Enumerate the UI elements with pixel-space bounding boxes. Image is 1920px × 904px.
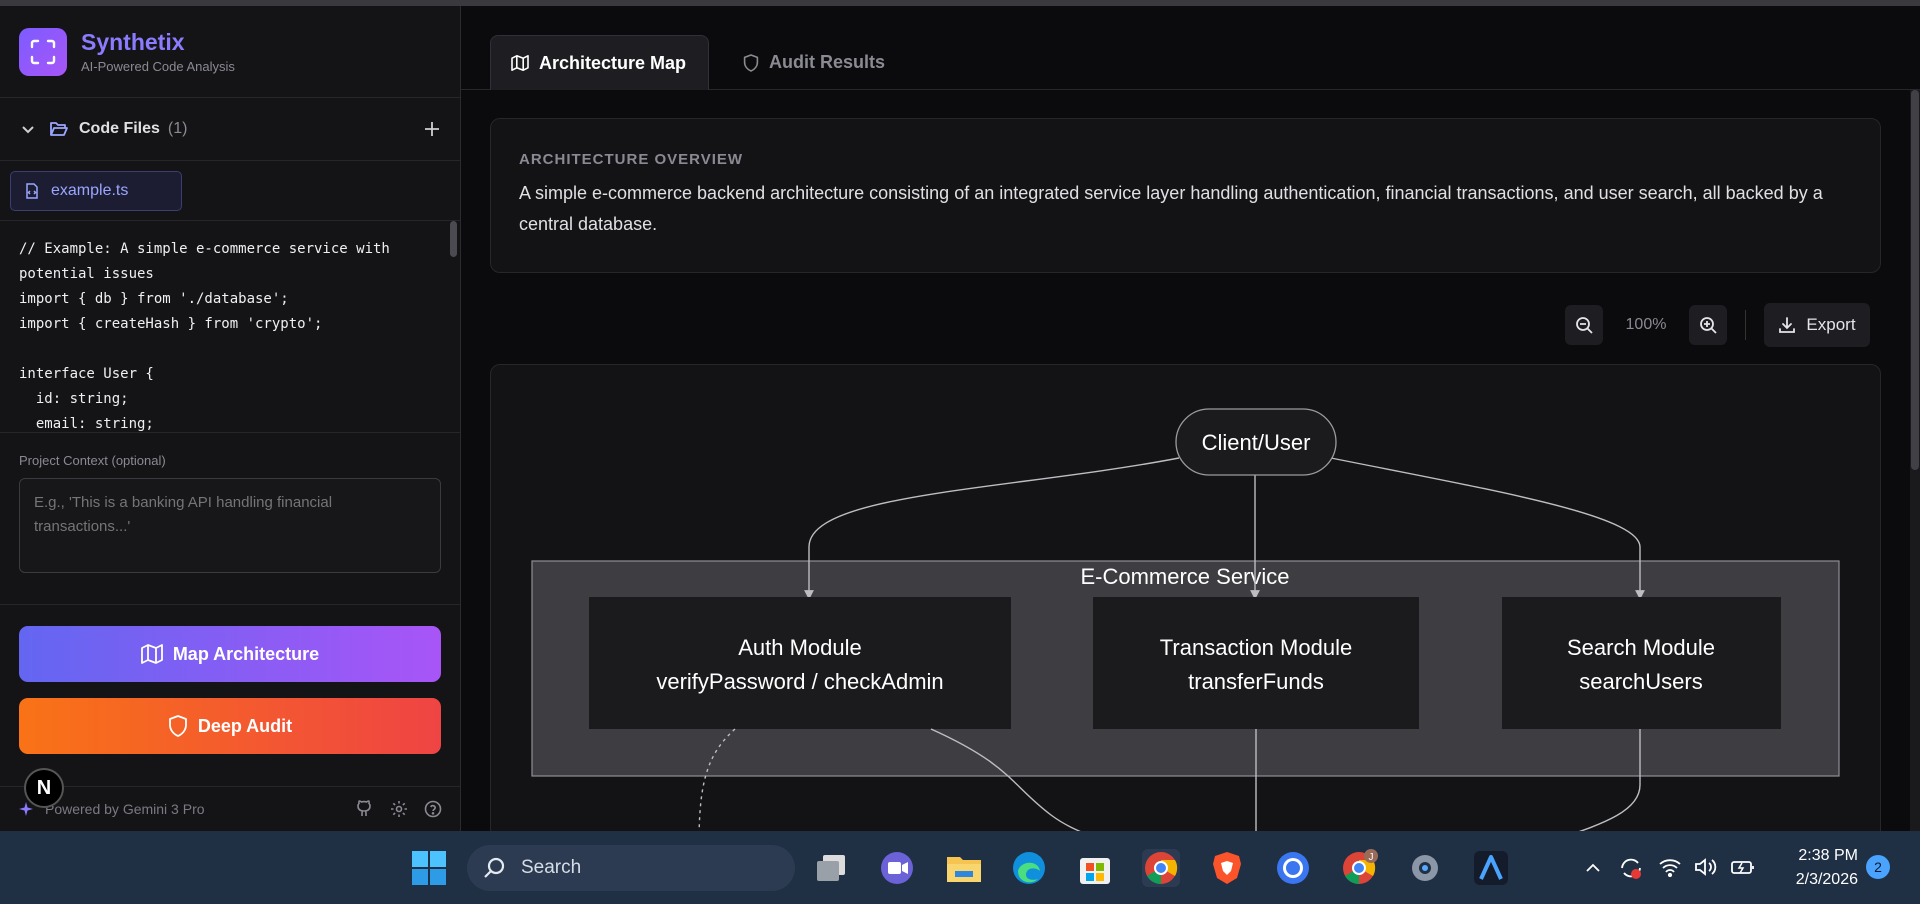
sync-icon[interactable]: [1618, 855, 1644, 881]
help-icon[interactable]: [424, 800, 442, 818]
file-tab-label: example.ts: [51, 182, 129, 199]
zoom-in-icon: [1700, 317, 1717, 334]
main-panel: Architecture Map Audit Results ARCHITECT…: [461, 6, 1920, 844]
node-transaction-detail: transferFunds: [1188, 669, 1324, 694]
map-icon: [140, 644, 163, 664]
project-context-section: Project Context (optional): [0, 433, 460, 605]
task-view-icon[interactable]: [813, 849, 851, 887]
folder-open-icon: [50, 122, 68, 136]
export-button[interactable]: Export: [1764, 303, 1870, 347]
chevron-up-icon[interactable]: [1584, 859, 1602, 877]
tab-bar: Architecture Map Audit Results: [461, 6, 1920, 90]
file-explorer-icon[interactable]: [945, 849, 983, 887]
overview-heading: ARCHITECTURE OVERVIEW: [519, 151, 744, 168]
logo-scan-icon: [19, 27, 67, 76]
gear-icon[interactable]: [390, 800, 408, 818]
shield-icon: [743, 53, 759, 72]
sidebar: Synthetix AI-Powered Code Analysis Code …: [0, 6, 461, 831]
project-context-input[interactable]: [19, 478, 441, 573]
zoom-out-button[interactable]: [1565, 305, 1603, 345]
wifi-icon[interactable]: [1658, 857, 1682, 877]
add-file-icon[interactable]: [423, 120, 441, 138]
svg-text:J: J: [1369, 852, 1374, 863]
zoom-out-icon: [1576, 317, 1593, 334]
node-search-name: Search Module: [1567, 635, 1715, 660]
zoom-in-button[interactable]: [1689, 305, 1727, 345]
code-files-count: (1): [167, 120, 188, 137]
node-transaction-name: Transaction Module: [1160, 635, 1352, 660]
github-icon[interactable]: [356, 800, 374, 818]
taskbar-clock[interactable]: 2:38 PM 2/3/2026: [1762, 844, 1858, 892]
windows-taskbar: Search J 2:38 PM 2/3/2026 2: [0, 831, 1920, 904]
cluster-label: E-Commerce Service: [1080, 564, 1289, 589]
powered-by-text: Powered by Gemini 3 Pro: [45, 801, 205, 817]
brand-tagline: AI-Powered Code Analysis: [81, 59, 235, 74]
code-scrollbar[interactable]: [450, 221, 457, 257]
taskbar-search[interactable]: Search: [467, 845, 795, 891]
shield-icon: [168, 715, 187, 737]
battery-icon[interactable]: [1730, 857, 1756, 877]
edge-icon[interactable]: [1010, 849, 1048, 887]
code-editor[interactable]: // Example: A simple e-commerce service …: [0, 221, 460, 433]
code-files-header[interactable]: Code Files (1): [0, 98, 460, 161]
map-icon: [511, 55, 529, 71]
tab-architecture-map[interactable]: Architecture Map: [490, 35, 709, 90]
brand-header: Synthetix AI-Powered Code Analysis: [0, 6, 460, 98]
node-auth-module[interactable]: [589, 597, 1011, 729]
volume-icon[interactable]: [1694, 857, 1718, 877]
overview-text: A simple e-commerce backend architecture…: [519, 183, 1823, 234]
download-icon: [1779, 317, 1796, 333]
node-client-label: Client/User: [1202, 430, 1311, 455]
app-root: Synthetix AI-Powered Code Analysis Code …: [0, 6, 1920, 844]
clock-time: 2:38 PM: [1798, 847, 1858, 864]
architecture-diagram[interactable]: E-Commerce Service Client/User Auth Modu…: [490, 364, 1881, 844]
arc-app-icon[interactable]: [1472, 849, 1510, 887]
chrome-profile-icon[interactable]: J: [1340, 849, 1378, 887]
meet-icon[interactable]: [878, 849, 916, 887]
settings-icon[interactable]: [1406, 849, 1444, 887]
zoom-toolbar: 100% Export: [1565, 303, 1870, 347]
chevron-down-icon[interactable]: [19, 120, 37, 138]
brave-icon[interactable]: [1208, 849, 1246, 887]
node-auth-name: Auth Module: [738, 635, 862, 660]
toolbar-divider: [1745, 310, 1746, 340]
node-search-module[interactable]: [1502, 597, 1781, 729]
node-search-detail: searchUsers: [1579, 669, 1702, 694]
file-code-icon: [26, 183, 38, 199]
main-scrollbar-thumb[interactable]: [1911, 90, 1919, 470]
code-files-label: Code Files: [79, 120, 160, 137]
sidebar-footer: Powered by Gemini 3 Pro: [0, 786, 461, 831]
project-context-label: Project Context (optional): [19, 453, 166, 468]
main-scrollbar[interactable]: [1910, 90, 1920, 831]
node-transaction-module[interactable]: [1093, 597, 1419, 729]
map-architecture-button[interactable]: Map Architecture: [19, 626, 441, 682]
sparkles-icon: [19, 802, 33, 816]
clock-date: 2/3/2026: [1795, 871, 1858, 888]
architecture-overview-card: ARCHITECTURE OVERVIEW A simple e-commerc…: [490, 118, 1881, 273]
tab-audit-results[interactable]: Audit Results: [723, 35, 905, 90]
windows-start-icon[interactable]: [410, 849, 448, 887]
code-content[interactable]: // Example: A simple e-commerce service …: [0, 221, 460, 432]
node-auth-detail: verifyPassword / checkAdmin: [656, 669, 943, 694]
chrome-icon[interactable]: [1142, 849, 1180, 887]
zoom-level: 100%: [1625, 316, 1667, 333]
brand-name: Synthetix: [81, 29, 185, 55]
notification-badge[interactable]: 2: [1866, 855, 1890, 879]
microsoft-store-icon[interactable]: [1076, 849, 1114, 887]
search-icon: [484, 857, 505, 878]
file-tab-example-ts[interactable]: example.ts: [10, 171, 182, 211]
signal-icon[interactable]: [1274, 849, 1312, 887]
deep-audit-button[interactable]: Deep Audit: [19, 698, 441, 754]
dev-tools-badge[interactable]: N: [24, 768, 64, 808]
